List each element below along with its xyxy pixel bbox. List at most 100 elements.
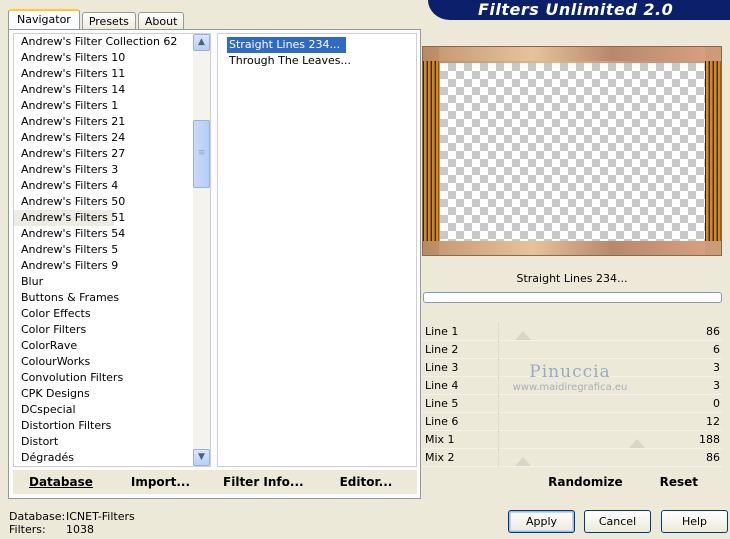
editor-button[interactable]: Editor...	[340, 475, 393, 489]
category-item[interactable]: Andrew's Filters 51	[14, 210, 125, 226]
preview-frame-bottom	[439, 241, 705, 255]
category-item[interactable]: Andrew's Filters 4	[14, 178, 194, 194]
param-value: 86	[706, 451, 720, 464]
param-slider-track[interactable]	[498, 431, 646, 449]
current-filter-name: Straight Lines 234...	[516, 272, 628, 285]
database-value: ICNET-Filters	[66, 510, 135, 523]
category-list[interactable]: Andrew's Filter Collection 62 Andrew's Fi…	[13, 33, 211, 467]
parameter-toolbar: Randomize Reset	[422, 470, 722, 494]
randomize-button[interactable]: Randomize	[548, 475, 622, 489]
filters-count-value: 1038	[66, 523, 94, 536]
tab-navigator[interactable]: Navigator	[8, 9, 80, 30]
param-value: 0	[713, 397, 720, 410]
category-item[interactable]: ColorRave	[14, 338, 194, 354]
category-item[interactable]: Blur	[14, 274, 194, 290]
param-label: Line 3	[425, 361, 459, 374]
filters-unlimited-window: Filters Unlimited 2.0 Navigator Presets …	[0, 0, 730, 539]
param-value: 188	[699, 433, 720, 446]
database-button[interactable]: Database	[29, 475, 93, 489]
category-item[interactable]: Distortion Filters	[14, 418, 194, 434]
category-item[interactable]: Andrew's Filters 54	[14, 226, 194, 242]
category-item[interactable]: Buttons & Frames	[14, 290, 194, 306]
param-row[interactable]: Mix 1 188	[422, 431, 722, 449]
filter-list[interactable]: Straight Lines 234... Through The Leaves…	[217, 33, 417, 467]
category-item[interactable]: Andrew's Filters 3	[14, 162, 194, 178]
param-value: 3	[713, 361, 720, 374]
param-label: Line 1	[425, 325, 459, 338]
progress-bar	[423, 292, 722, 303]
param-label: Mix 2	[425, 451, 455, 464]
filter-item-through-the-leaves[interactable]: Through The Leaves...	[227, 53, 357, 69]
filter-item-straight-lines[interactable]: Straight Lines 234...	[225, 36, 348, 54]
param-slider-track[interactable]	[498, 341, 646, 359]
watermark-title: Pinuccia	[529, 362, 611, 382]
category-item[interactable]: ColourWorks	[14, 354, 194, 370]
param-row[interactable]: Line 6 12	[422, 413, 722, 431]
category-item[interactable]: Andrew's Filters 10	[14, 50, 194, 66]
app-title-banner: Filters Unlimited 2.0	[428, 0, 730, 20]
category-item[interactable]: Andrew's Filters 27	[14, 146, 194, 162]
apply-button[interactable]: Apply	[508, 510, 575, 533]
navigator-toolbar: Database Import... Filter Info... Editor…	[13, 470, 417, 494]
category-item[interactable]: Convolution Filters	[14, 370, 194, 386]
preview-frame-left	[423, 61, 439, 241]
param-value: 86	[706, 325, 720, 338]
category-item[interactable]: Andrew's Filters 9	[14, 258, 194, 274]
tab-bar: Navigator Presets About	[8, 8, 186, 30]
transparency-checkerboard	[440, 63, 705, 241]
help-button[interactable]: Help	[661, 510, 728, 533]
param-label: Line 5	[425, 397, 459, 410]
tab-presets[interactable]: Presets	[81, 12, 136, 30]
database-label: Database:	[9, 510, 66, 523]
param-value: 3	[713, 379, 720, 392]
scroll-up-button[interactable]: ▲	[193, 34, 210, 51]
param-row[interactable]: Line 1 86	[422, 323, 722, 341]
category-item[interactable]: CPK Designs	[14, 386, 194, 402]
param-slider-thumb[interactable]	[629, 439, 645, 448]
category-item[interactable]: Andrew's Filters 50	[14, 194, 194, 210]
category-item[interactable]: Andrew's Filters 21	[14, 114, 194, 130]
param-label: Line 4	[425, 379, 459, 392]
preview-image[interactable]	[422, 46, 722, 256]
category-item[interactable]: Color Effects	[14, 306, 194, 322]
watermark-url: www.maidiregrafica.eu	[512, 382, 628, 393]
category-item[interactable]: Andrew's Filters 24	[14, 130, 194, 146]
import-button[interactable]: Import...	[131, 475, 190, 489]
scroll-thumb[interactable]: ≡	[193, 120, 210, 188]
watermark: Pinuccia www.maidiregrafica.eu	[505, 362, 635, 393]
param-row[interactable]: Line 2 6	[422, 341, 722, 359]
param-slider-track[interactable]	[498, 323, 646, 341]
param-value: 12	[706, 415, 720, 428]
param-label: Mix 1	[425, 433, 455, 446]
param-slider-thumb[interactable]	[515, 331, 531, 340]
category-item[interactable]: Andrew's Filters 1	[14, 98, 194, 114]
param-slider-track[interactable]	[498, 449, 646, 467]
param-label: Line 6	[425, 415, 459, 428]
category-item[interactable]: Andrew's Filters 11	[14, 66, 194, 82]
param-row[interactable]: Mix 2 86	[422, 449, 722, 467]
category-item[interactable]: Dégradés	[14, 450, 194, 466]
category-item[interactable]: Color Filters	[14, 322, 194, 338]
cancel-button[interactable]: Cancel	[584, 510, 651, 533]
param-slider-track[interactable]	[498, 395, 646, 413]
category-item[interactable]: Distort	[14, 434, 194, 450]
category-scrollbar[interactable]: ▲ ≡ ▼	[193, 34, 210, 466]
category-item[interactable]: Andrew's Filters 5	[14, 242, 194, 258]
filters-count-label: Filters:	[9, 523, 46, 536]
category-items: Andrew's Filter Collection 62 Andrew's Fi…	[14, 34, 194, 466]
category-item[interactable]: Andrew's Filter Collection 62	[14, 34, 194, 50]
param-row[interactable]: Line 5 0	[422, 395, 722, 413]
database-info: Database: ICNET-Filters Filters: 1038	[9, 510, 135, 536]
tab-about[interactable]: About	[137, 12, 185, 30]
param-slider-track[interactable]	[498, 413, 646, 431]
reset-button[interactable]: Reset	[660, 475, 698, 489]
category-item[interactable]: DCspecial	[14, 402, 194, 418]
preview-frame-top	[439, 47, 705, 61]
parameter-sliders: Line 1 86 Line 2 6 Line 3 3 Line 4 3 Line 5 0 Line…	[422, 323, 722, 467]
category-item[interactable]: Andrew's Filters 14	[14, 82, 194, 98]
filter-info-button[interactable]: Filter Info...	[223, 475, 304, 489]
param-label: Line 2	[425, 343, 459, 356]
param-slider-thumb[interactable]	[515, 457, 531, 466]
scroll-down-button[interactable]: ▼	[193, 449, 210, 466]
preview-frame-right	[705, 61, 721, 241]
